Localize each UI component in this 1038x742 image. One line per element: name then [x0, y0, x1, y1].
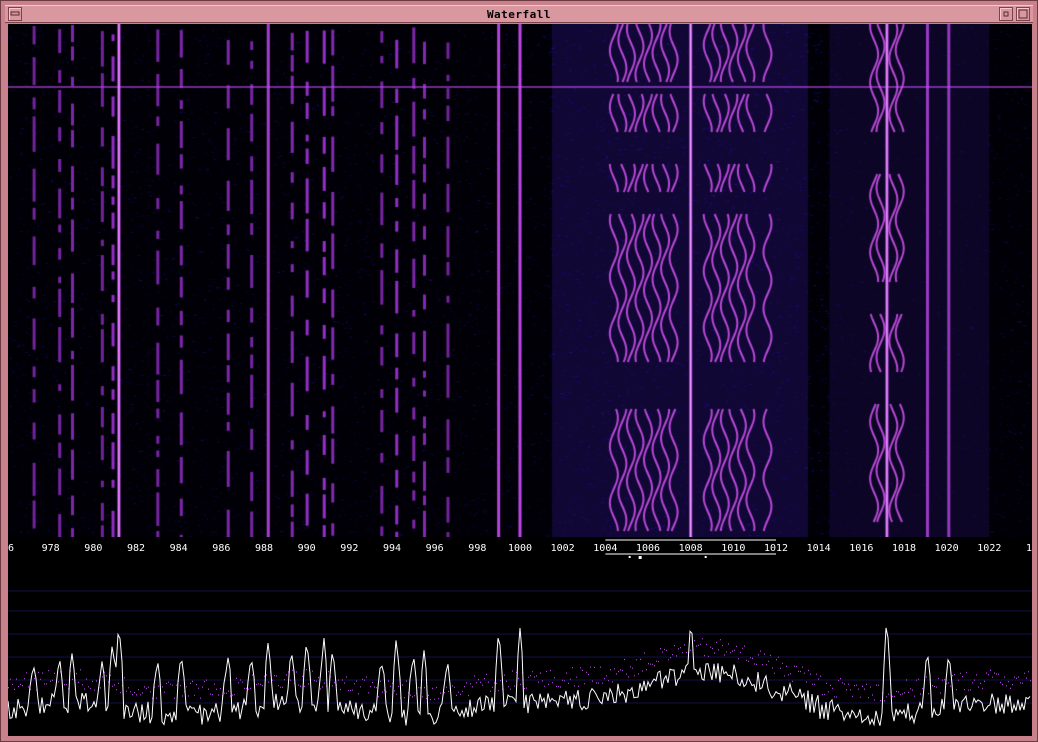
- frequency-tick-label: 992: [340, 543, 358, 554]
- frequency-tick-label: 1014: [807, 543, 831, 554]
- frequency-tick-label: 990: [298, 543, 316, 554]
- frequency-tick-label: 1018: [892, 543, 916, 554]
- frequency-tick-label: 1020: [935, 543, 959, 554]
- minimize-icon: [1003, 11, 1009, 17]
- frequency-tick-label: 986: [212, 543, 230, 554]
- spectrum-display[interactable]: [8, 581, 1032, 736]
- frequency-tick-label: 978: [42, 543, 60, 554]
- spectrum-trace: [8, 627, 1031, 727]
- passband-edge-dot: [628, 556, 631, 558]
- minimize-button[interactable]: [999, 7, 1013, 21]
- frequency-tick-label: 1010: [721, 543, 745, 554]
- frequency-axis[interactable]: 76 978 980 982 984 986 988 990 992 994 996 998 1000 1…: [8, 537, 1032, 581]
- waterfall-client-area: 76 978 980 982 984 986 988 990 992 994 996 998 1000 1…: [8, 24, 1032, 736]
- frequency-tick-label: 1000: [508, 543, 532, 554]
- frequency-tick-label: 980: [84, 543, 102, 554]
- tuning-cursor[interactable]: [638, 556, 642, 559]
- frequency-tick-label: 1002: [551, 543, 575, 554]
- maximize-button[interactable]: [1016, 7, 1030, 21]
- waterfall-display[interactable]: [8, 24, 1032, 537]
- window-title: Waterfall: [486, 8, 552, 21]
- maximize-icon: [1018, 9, 1028, 19]
- frequency-tick-label: 998: [468, 543, 486, 554]
- frequency-tick-label: 1012: [764, 543, 788, 554]
- frequency-tick-label: 1022: [977, 543, 1001, 554]
- frequency-tick-label: 10: [1026, 543, 1032, 554]
- frequency-tick-label: 982: [127, 543, 145, 554]
- frequency-tick-label: 1006: [636, 543, 660, 554]
- title-bar[interactable]: Waterfall: [5, 5, 1033, 23]
- frequency-tick-label: 994: [383, 543, 401, 554]
- frequency-tick-label: 1004: [593, 543, 617, 554]
- frequency-tick-label: 984: [170, 543, 188, 554]
- passband-edge-dot: [704, 556, 707, 558]
- spectrum-average-trace: [8, 638, 1031, 702]
- frequency-tick-label: 996: [426, 543, 444, 554]
- frequency-tick-label: 988: [255, 543, 273, 554]
- frequency-tick-label: 1008: [679, 543, 703, 554]
- window-frame: Waterfall 76 978 980 982 984 986 988 990 992 994 9…: [0, 0, 1038, 742]
- frequency-tick-label: 1016: [849, 543, 873, 554]
- frequency-tick-label: 76: [8, 543, 14, 554]
